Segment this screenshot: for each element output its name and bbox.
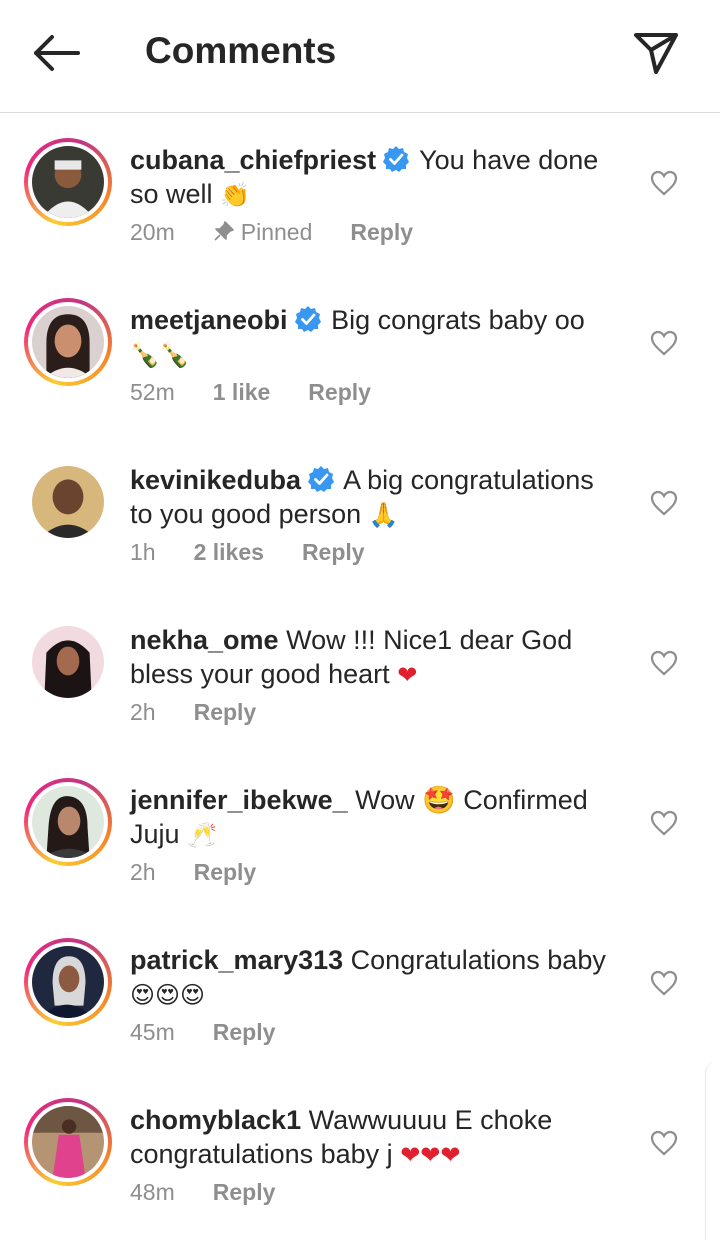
comment-username[interactable]: kevinikeduba [130,465,301,495]
emoji: 🍾🍾 [130,342,190,369]
comment-text: chomyblack1 Wawwuuuu E choke congratulat… [130,1103,610,1173]
comment-time: 52m [130,379,175,405]
comment-item: meetjaneobi Big congrats baby oo 🍾🍾 52m 1… [0,282,720,442]
likes-count[interactable]: 2 likes [194,539,264,565]
comment-text: patrick_mary313 Congratulations baby 😍😍😍 [130,943,610,1013]
scroll-edge[interactable] [705,1060,720,1240]
avatar[interactable] [24,938,112,1026]
comment-username[interactable]: nekha_ome [130,625,279,655]
comment-time: 20m [130,219,175,245]
heart-outline-icon[interactable] [650,1130,678,1156]
emoji: ❤❤❤ [400,1142,461,1169]
comment-meta: 2h Reply [130,699,294,726]
comment-username[interactable]: meetjaneobi [130,305,288,335]
comment-meta: 1h 2 likes Reply [130,539,403,566]
comment-username[interactable]: jennifer_ibekwe_ [130,785,348,815]
reply-button[interactable]: Reply [302,539,365,565]
comment-username[interactable]: patrick_mary313 [130,945,343,975]
comment-meta: 20m Pinned Reply [130,219,451,246]
comment-meta: 2h Reply [130,859,294,886]
comment-text: jennifer_ibekwe_ Wow 🤩 Confirmed Juju 🥂 [130,783,610,853]
reply-button[interactable]: Reply [213,1179,276,1205]
emoji: 😍😍😍 [130,982,206,1009]
comment-item: kevinikeduba A big congratulations to yo… [0,442,720,602]
comment-item: chomyblack1 Wawwuuuu E choke congratulat… [0,1082,720,1242]
verified-badge-icon [308,466,335,492]
comment-text: kevinikeduba A big congratulations to yo… [130,463,610,533]
pin-icon [214,221,234,241]
avatar[interactable] [24,1098,112,1186]
comment-item: jennifer_ibekwe_ Wow 🤩 Confirmed Juju 🥂 … [0,762,720,922]
emoji: 🥂 [187,822,217,849]
paper-plane-icon[interactable] [632,30,680,76]
comment-username[interactable]: chomyblack1 [130,1105,301,1135]
emoji: 🙏 [368,502,399,529]
comment-meta: 48m Reply [130,1179,313,1206]
comment-time: 2h [130,699,156,725]
avatar[interactable] [24,298,112,386]
page-title: Comments [145,30,337,71]
reply-button[interactable]: Reply [213,1019,276,1045]
comment-meta: 52m 1 like Reply [130,379,409,406]
heart-outline-icon[interactable] [650,490,678,516]
comment-text: meetjaneobi Big congrats baby oo 🍾🍾 [130,303,610,373]
comment-username[interactable]: cubana_chiefpriest [130,145,376,175]
verified-badge-icon [383,146,410,172]
heart-outline-icon[interactable] [650,170,678,196]
comment-item: patrick_mary313 Congratulations baby 😍😍😍… [0,922,720,1082]
heart-outline-icon[interactable] [650,330,678,356]
pinned-label: Pinned [213,219,312,245]
comment-time: 1h [130,539,156,565]
emoji: 👏 [220,182,250,209]
avatar[interactable] [24,458,112,546]
avatar[interactable] [24,778,112,866]
emoji: ❤ [397,662,418,689]
comment-time: 48m [130,1179,175,1205]
comment-time: 45m [130,1019,175,1045]
comment-body: Big congrats baby oo [331,305,585,335]
comment-time: 2h [130,859,156,885]
comment-text: nekha_ome Wow !!! Nice1 dear God bless y… [130,623,610,693]
reply-button[interactable]: Reply [194,859,257,885]
reply-button[interactable]: Reply [194,699,257,725]
avatar[interactable] [24,138,112,226]
verified-badge-icon [294,306,321,332]
header-bar: Comments [0,0,720,113]
avatar[interactable] [24,618,112,706]
heart-outline-icon[interactable] [650,650,678,676]
comment-item: cubana_chiefpriest You have done so well… [0,122,720,282]
reply-button[interactable]: Reply [350,219,413,245]
heart-outline-icon[interactable] [650,970,678,996]
arrow-left-icon[interactable] [30,32,82,74]
comment-body: Congratulations baby [350,945,606,975]
comment-text: cubana_chiefpriest You have done so well… [130,143,610,213]
comment-meta: 45m Reply [130,1019,313,1046]
reply-button[interactable]: Reply [308,379,371,405]
likes-count[interactable]: 1 like [213,379,271,405]
heart-outline-icon[interactable] [650,810,678,836]
comment-item: nekha_ome Wow !!! Nice1 dear God bless y… [0,602,720,762]
